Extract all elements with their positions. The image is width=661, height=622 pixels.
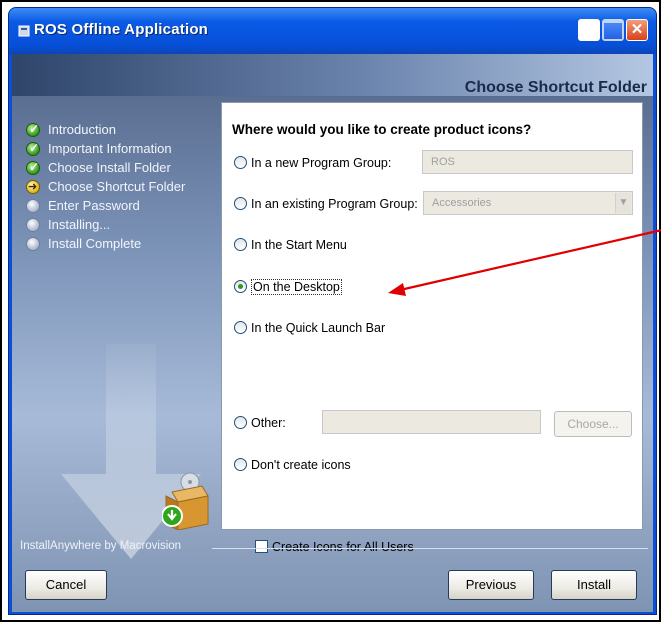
- installer-brand: InstallAnywhere by Macrovision: [20, 540, 182, 552]
- maximize-button[interactable]: [602, 19, 624, 41]
- option-label: Other:: [251, 416, 286, 430]
- option-label: On the Desktop: [251, 279, 342, 295]
- step-label: Enter Password: [48, 198, 140, 213]
- maximize-icon: [603, 20, 623, 40]
- option-desktop[interactable]: On the Desktop: [234, 277, 342, 297]
- installer-body: Choose Shortcut Folder ✓ Introduction ✓ …: [12, 54, 653, 612]
- option-other[interactable]: Other:: [234, 413, 286, 433]
- option-label: In an existing Program Group:: [251, 197, 418, 211]
- select-value: Accessories: [432, 197, 492, 209]
- current-arrow-icon: [26, 178, 40, 197]
- step-label: Installing...: [48, 217, 111, 232]
- radio-button[interactable]: [234, 238, 247, 251]
- footer-divider: [212, 548, 648, 549]
- option-label: In the Start Menu: [251, 238, 347, 252]
- other-folder-input[interactable]: [322, 410, 541, 434]
- step-title: Choose Shortcut Folder: [464, 79, 647, 96]
- step-item-current: Choose Shortcut Folder: [26, 177, 186, 197]
- radio-button[interactable]: [234, 416, 247, 429]
- title-bar[interactable]: ROS Offline Application ✕: [9, 8, 656, 54]
- app-icon: [18, 25, 30, 37]
- check-icon: [26, 139, 40, 158]
- option-label: In a new Program Group:: [251, 156, 392, 170]
- chevron-down-icon[interactable]: ▼: [615, 193, 631, 213]
- radio-button[interactable]: [234, 458, 247, 471]
- screenshot-frame: ROS Offline Application ✕ Choose Shortcu…: [0, 0, 661, 622]
- step-label: Important Information: [48, 141, 172, 156]
- option-existing-program-group[interactable]: In an existing Program Group:: [234, 194, 418, 214]
- option-label: In the Quick Launch Bar: [251, 321, 386, 335]
- step-item: Introduction: [26, 120, 185, 139]
- step-item: Install Complete: [26, 234, 185, 253]
- existing-program-group-select[interactable]: Accessories ▼: [423, 191, 633, 215]
- checkbox-label: Create Icons for All Users: [272, 540, 414, 554]
- step-label: Choose Shortcut Folder: [48, 179, 186, 194]
- pending-bullet-icon: [26, 199, 40, 213]
- option-quick-launch[interactable]: In the Quick Launch Bar: [234, 318, 385, 338]
- header-band: Choose Shortcut Folder: [12, 54, 653, 96]
- step-item: Important Information: [26, 139, 185, 158]
- option-label: Don't create icons: [251, 458, 351, 472]
- check-icon: [26, 158, 40, 177]
- radio-button[interactable]: [234, 156, 247, 169]
- option-start-menu[interactable]: In the Start Menu: [234, 235, 347, 255]
- minimize-button[interactable]: [578, 19, 600, 41]
- step-item: Choose Install Folder: [26, 158, 185, 177]
- choose-button[interactable]: Choose...: [554, 411, 632, 437]
- pending-bullet-icon: [26, 237, 40, 251]
- radio-button[interactable]: [234, 321, 247, 334]
- step-item: Installing...: [26, 215, 185, 234]
- minimize-icon: [579, 20, 599, 40]
- new-program-group-input[interactable]: ROS: [422, 150, 633, 174]
- install-button[interactable]: Install: [551, 570, 637, 600]
- step-label: Install Complete: [48, 236, 142, 251]
- close-icon: ✕: [630, 21, 644, 38]
- watermark-arrow-icon: [61, 344, 201, 559]
- check-icon: [26, 120, 40, 139]
- steps-list: Introduction Important Information Choos…: [26, 120, 185, 253]
- options-panel: Where would you like to create product i…: [221, 102, 643, 554]
- step-label: Introduction: [48, 122, 116, 137]
- all-users-checkbox-row[interactable]: Create Icons for All Users: [255, 537, 414, 557]
- step-item: Enter Password: [26, 196, 185, 215]
- question-heading: Where would you like to create product i…: [232, 122, 532, 137]
- option-new-program-group[interactable]: In a new Program Group:: [234, 153, 391, 173]
- package-icon: [162, 472, 209, 530]
- pending-bullet-icon: [26, 218, 40, 232]
- option-dont-create[interactable]: Don't create icons: [234, 455, 351, 475]
- close-button[interactable]: ✕: [626, 19, 648, 41]
- window-title: ROS Offline Application: [34, 21, 209, 38]
- radio-button-selected[interactable]: [234, 280, 247, 293]
- step-label: Choose Install Folder: [48, 160, 171, 175]
- cancel-button[interactable]: Cancel: [25, 570, 107, 600]
- radio-button[interactable]: [234, 197, 247, 210]
- installer-window: ROS Offline Application ✕ Choose Shortcu…: [8, 7, 657, 615]
- previous-button[interactable]: Previous: [448, 570, 534, 600]
- all-users-checkbox[interactable]: [255, 540, 268, 553]
